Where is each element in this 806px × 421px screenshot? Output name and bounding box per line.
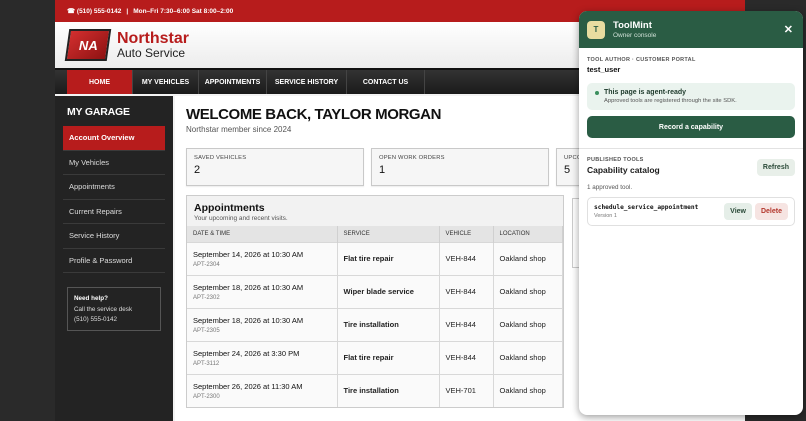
appt-service: Wiper blade service <box>337 274 440 308</box>
appt-location: Oakland shop <box>493 340 563 374</box>
appt-date: September 24, 2026 at 3:30 PM <box>193 348 300 358</box>
help-title: Need help? <box>74 295 108 302</box>
author-label: TOOL AUTHOR · CUSTOMER PORTAL <box>587 57 696 63</box>
nav-my-vehicles[interactable]: MY VEHICLES <box>133 70 199 94</box>
help-line1: Call the service desk <box>74 306 133 314</box>
panel-subtitle: Owner console <box>613 32 657 39</box>
sidebar-item-account-overview[interactable]: Account Overview <box>63 126 165 151</box>
table-row[interactable]: September 14, 2026 at 10:30 AM APT-2304 F… <box>187 241 563 275</box>
appt-location: Oakland shop <box>493 307 563 341</box>
appointments-title: Appointments <box>194 202 265 214</box>
brand-line2: Auto Service <box>117 46 186 60</box>
published-label: PUBLISHED TOOLS <box>587 157 644 163</box>
appointments-table: DATE & TIME SERVICE VEHICLE LOCATION Sep… <box>187 226 563 407</box>
brand-logo[interactable]: NA <box>64 29 112 61</box>
nav-contact-us[interactable]: CONTACT US <box>347 70 425 94</box>
table-row[interactable]: September 18, 2026 at 10:30 AM APT-2302 W… <box>187 274 563 308</box>
appt-location: Oakland shop <box>493 373 563 407</box>
stat-label: OPEN WORK ORDERS <box>379 155 445 161</box>
table-row[interactable]: September 26, 2026 at 11:30 AM APT-2300 T… <box>187 373 563 407</box>
appt-date: September 14, 2026 at 10:30 AM <box>193 249 304 259</box>
hours-text: Mon–Fri 7:30–6:00 Sat 8:00–2:00 <box>133 7 234 15</box>
logo-text: NA <box>78 37 98 53</box>
appt-vehicle: VEH-844 <box>439 274 494 308</box>
appt-service: Flat tire repair <box>337 241 440 275</box>
appointments-card: Appointments Your upcoming and recent vi… <box>186 195 564 408</box>
stat-card: SAVED VEHICLES 2 <box>186 148 364 186</box>
brand-name[interactable]: Northstar Auto Service <box>117 30 190 60</box>
appt-vehicle: VEH-701 <box>439 373 494 407</box>
nav-service-history[interactable]: SERVICE HISTORY <box>267 70 347 94</box>
col-service: SERVICE <box>337 226 440 242</box>
appt-date: September 26, 2026 at 11:30 AM <box>193 381 303 391</box>
panel-header: T ToolMint Owner console ✕ <box>579 11 803 48</box>
brand-line1: Northstar <box>117 30 190 47</box>
appt-id: APT-2305 <box>193 327 220 334</box>
author-name: test_user <box>587 65 621 74</box>
appt-date: September 18, 2026 at 10:30 AM <box>193 282 304 292</box>
status-dot-icon <box>595 90 599 95</box>
table-row[interactable]: September 24, 2026 at 3:30 PM APT-3112 Fl… <box>187 340 563 374</box>
record-capability-button[interactable]: Record a capability <box>587 116 795 138</box>
divider <box>579 148 803 149</box>
appt-vehicle: VEH-844 <box>439 241 494 275</box>
sidebar-item-my-vehicles[interactable]: My Vehicles <box>63 151 165 175</box>
nav-appointments[interactable]: APPOINTMENTS <box>199 70 267 94</box>
appt-id: APT-2304 <box>193 261 220 268</box>
appt-vehicle: VEH-844 <box>439 307 494 341</box>
topbar-divider: | <box>126 7 129 15</box>
appt-id: APT-3112 <box>193 360 220 367</box>
appt-service: Tire installation <box>337 307 440 341</box>
sidebar: MY GARAGE Account Overview My Vehicles A… <box>55 96 173 421</box>
close-icon[interactable]: ✕ <box>784 23 793 36</box>
col-location: LOCATION <box>493 226 563 242</box>
phone-text: ☎ (510) 555-0142 <box>67 8 122 15</box>
sidebar-title: MY GARAGE <box>67 106 130 118</box>
appointments-subtitle: Your upcoming and recent visits. <box>194 215 288 222</box>
stat-label: SAVED VEHICLES <box>194 155 247 161</box>
table-header-row: DATE & TIME SERVICE VEHICLE LOCATION <box>187 226 563 242</box>
col-date: DATE & TIME <box>187 226 338 242</box>
tool-version: Version 1 <box>594 213 617 219</box>
sidebar-item-profile-password[interactable]: Profile & Password <box>63 249 165 273</box>
stat-value: 2 <box>194 164 201 176</box>
ready-subtitle: Approved tools are registered through th… <box>604 98 737 104</box>
appt-service: Tire installation <box>337 373 440 407</box>
appt-id: APT-2300 <box>193 393 220 400</box>
panel-title: ToolMint <box>613 20 652 31</box>
tool-item: schedule_service_appointment Version 1 V… <box>587 197 795 226</box>
agent-ready-notice: This page is agent-ready Approved tools … <box>587 83 795 110</box>
stat-card: OPEN WORK ORDERS 1 <box>371 148 549 186</box>
appt-location: Oakland shop <box>493 241 563 275</box>
sidebar-item-appointments[interactable]: Appointments <box>63 175 165 200</box>
sidebar-item-current-repairs[interactable]: Current Repairs <box>63 200 165 224</box>
tool-name: schedule_service_appointment <box>594 204 699 211</box>
approved-count: 1 approved tool. <box>587 184 633 191</box>
catalog-title: Capability catalog <box>587 165 660 175</box>
appointments-header: Appointments Your upcoming and recent vi… <box>187 196 563 226</box>
appt-date: September 18, 2026 at 10:30 AM <box>193 315 304 325</box>
help-box: Need help? Call the service desk (510) 5… <box>67 287 161 332</box>
toolmint-avatar: T <box>587 20 605 39</box>
nav-home[interactable]: HOME <box>67 70 133 94</box>
col-vehicle: VEHICLE <box>439 226 494 242</box>
appt-location: Oakland shop <box>493 274 563 308</box>
appt-service: Flat tire repair <box>337 340 440 374</box>
view-button[interactable]: View <box>724 203 752 220</box>
appt-id: APT-2302 <box>193 294 220 301</box>
refresh-button[interactable]: Refresh <box>756 159 795 176</box>
toolmint-panel: T ToolMint Owner console ✕ TOOL AUTHOR ·… <box>579 11 803 415</box>
table-row[interactable]: September 18, 2026 at 10:30 AM APT-2305 T… <box>187 307 563 341</box>
help-phone: (510) 555-0142 <box>74 315 118 323</box>
delete-button[interactable]: Delete <box>754 203 788 220</box>
stat-value: 1 <box>379 164 386 176</box>
ready-title: This page is agent-ready <box>604 89 687 96</box>
appt-vehicle: VEH-844 <box>439 340 494 374</box>
sidebar-item-service-history[interactable]: Service History <box>63 224 165 249</box>
